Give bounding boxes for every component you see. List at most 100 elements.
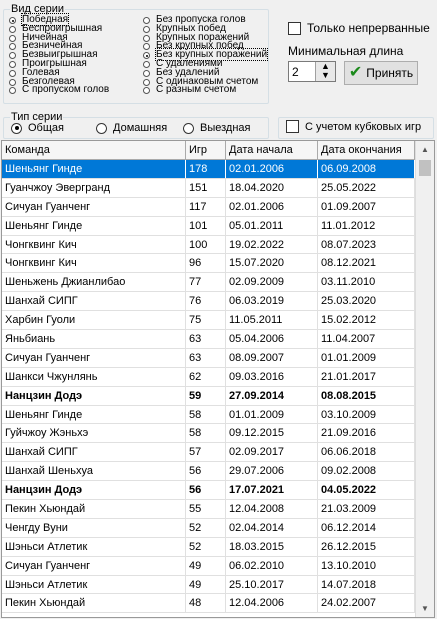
non-interrupted-checkbox[interactable]: Только непрерванные [288,21,430,35]
header-start-date[interactable]: Дата начала [226,141,318,159]
cell-team: Сичуан Гуанченг [2,348,186,367]
table-row[interactable]: Шеньянг Гинде 101 05.01.2011 11.01.2012 [2,216,415,236]
table-row[interactable]: Чонгквинг Кич 96 15.07.2020 08.12.2021 [2,254,415,274]
table-row[interactable]: Гуйчжоу Жэньхэ 58 09.12.2015 21.09.2016 [2,424,415,444]
min-length-value[interactable]: 2 [292,65,299,79]
radio-dot[interactable] [143,60,150,68]
radio-dot[interactable] [143,87,150,95]
cell-start-date: 02.04.2014 [226,518,318,537]
scroll-down-icon[interactable]: ▼ [416,600,434,617]
apply-button[interactable]: ✔ Принять [344,61,418,85]
table-row[interactable]: Шанхай СИПГ 57 02.09.2017 06.06.2018 [2,443,415,463]
cell-games: 55 [186,500,226,518]
stepper-arrows-icon[interactable]: ▲ ▼ [315,62,335,81]
radio-dot[interactable] [9,52,16,60]
cell-start-date: 19.02.2022 [226,235,318,254]
table-row[interactable]: Гуанчжоу Эвергранд 151 18.04.2020 25.05.202… [2,178,415,198]
table-row[interactable]: Шеньянг Гинде 178 02.01.2006 06.09.2008 [2,160,415,179]
series-type-option-label: С пропуском голов [22,84,110,96]
radio-dot[interactable] [9,87,16,95]
cell-end-date: 21.03.2009 [318,500,415,518]
cell-start-date: 08.09.2007 [226,348,318,367]
radio-dot[interactable] [9,34,16,42]
cell-team: Шанхай СИПГ [2,292,186,311]
scroll-up-icon[interactable]: ▲ [416,141,434,158]
table-row[interactable]: Шеньжень Джианлибао 77 02.09.2009 03.11.201… [2,273,415,293]
radio-dot[interactable] [143,69,150,77]
cell-start-date: 02.09.2017 [226,443,318,462]
cell-team: Шеньянг Гинде [2,160,186,178]
radio-general[interactable]: Общая [11,122,64,134]
radio-home-label: Домашняя [113,122,168,134]
min-length-stepper[interactable]: 2 ▲ ▼ [288,61,336,82]
cell-start-date: 29.07.2006 [226,462,318,481]
cup-games-checkbox[interactable]: С учетом кубковых игр [286,120,421,133]
cell-games: 57 [186,443,226,462]
radio-dot[interactable] [9,17,16,24]
cell-start-date: 05.01.2011 [226,216,318,235]
radio-dot[interactable] [9,25,16,33]
cell-games: 77 [186,273,226,292]
table-row[interactable]: Сичуан Гуанченг 49 06.02.2010 13.10.2010 [2,556,415,576]
cell-team: Пекин Хьюндай [2,500,186,518]
radio-dot[interactable] [183,122,194,134]
table-row[interactable]: Шанхай Шеньхуа 56 29.07.2006 09.02.2008 [2,462,415,482]
radio-dot[interactable] [96,122,107,134]
radio-dot[interactable] [143,52,150,60]
radio-dot[interactable] [9,60,16,68]
cell-end-date: 06.06.2018 [318,443,415,462]
cell-start-date: 18.03.2015 [226,537,318,556]
header-team[interactable]: Команда [2,141,186,159]
cell-games: 49 [186,575,226,594]
series-table[interactable]: Команда Игр Дата начала Дата окончания Ш… [1,140,435,618]
apply-label: Принять [366,66,414,80]
table-row[interactable]: Шанхай СИПГ 76 06.03.2019 25.03.2020 [2,292,415,312]
table-row[interactable]: Яньбиань 63 05.04.2006 11.04.2007 [2,330,415,349]
radio-dot[interactable] [143,43,150,51]
table-row[interactable]: Сичуан Гуанченг 63 08.09.2007 01.01.2009 [2,348,415,368]
series-type-option[interactable]: С пропуском голов [9,84,110,96]
header-end-date[interactable]: Дата окончания [318,141,415,159]
cup-games-label: С учетом кубковых игр [305,120,422,133]
table-row[interactable]: Пекин Хьюндай 48 12.04.2006 24.02.2007 [2,594,415,614]
table-row[interactable]: Сичуан Гуанченг 117 02.01.2006 01.09.2007 [2,197,415,217]
table-row[interactable]: Шэньси Атлетик 49 25.10.2017 14.07.2018 [2,575,415,595]
cell-start-date: 02.09.2009 [226,273,318,292]
table-row[interactable]: Чонгквинг Кич 100 19.02.2022 08.07.2023 [2,235,415,255]
checkbox-box[interactable] [286,120,299,133]
radio-dot[interactable] [11,122,22,134]
table-row[interactable]: Шанкси Чжунлянь 62 09.03.2016 21.01.2017 [2,367,415,387]
cell-start-date: 06.03.2019 [226,292,318,311]
radio-dot[interactable] [9,78,16,86]
series-type-option[interactable]: С разным счетом [143,85,267,95]
vertical-scrollbar[interactable]: ▲ ▼ [415,141,434,617]
table-row[interactable]: Пекин Хьюндай 55 12.04.2008 21.03.2009 [2,500,415,519]
cell-team: Ченгду Вуни [2,518,186,537]
table-row[interactable]: Харбин Гуоли 75 11.05.2011 15.02.2012 [2,311,415,331]
cell-team: Сичуан Гуанченг [2,556,186,575]
table-row[interactable]: Нанцзин Додэ 59 27.09.2014 08.08.2015 [2,386,415,406]
cell-games: 63 [186,348,226,367]
cell-end-date: 25.03.2020 [318,292,415,311]
radio-dot[interactable] [9,43,16,51]
table-row[interactable]: Шэньси Атлетик 52 18.03.2015 26.12.2015 [2,537,415,557]
cell-end-date: 03.10.2009 [318,405,415,424]
radio-dot[interactable] [143,78,150,86]
cell-end-date: 21.01.2017 [318,367,415,386]
checkbox-box[interactable] [288,21,301,35]
header-games[interactable]: Игр [186,141,226,159]
radio-away[interactable]: Выездная [183,122,251,134]
cell-team: Нанцзин Додэ [2,386,186,405]
radio-home[interactable]: Домашняя [96,122,167,134]
table-row[interactable]: Шеньянг Гинде 58 01.01.2009 03.10.2009 [2,405,415,425]
cell-end-date: 01.01.2009 [318,348,415,367]
scroll-thumb[interactable] [419,160,431,176]
cell-team: Яньбиань [2,330,186,348]
table-row[interactable]: Нанцзин Додэ 56 17.07.2021 04.05.2022 [2,481,415,501]
radio-dot[interactable] [143,34,150,42]
radio-dot[interactable] [9,69,16,77]
radio-dot[interactable] [143,25,150,33]
cell-team: Нанцзин Додэ [2,481,186,500]
table-row[interactable]: Ченгду Вуни 52 02.04.2014 06.12.2014 [2,518,415,538]
radio-dot[interactable] [143,17,150,24]
